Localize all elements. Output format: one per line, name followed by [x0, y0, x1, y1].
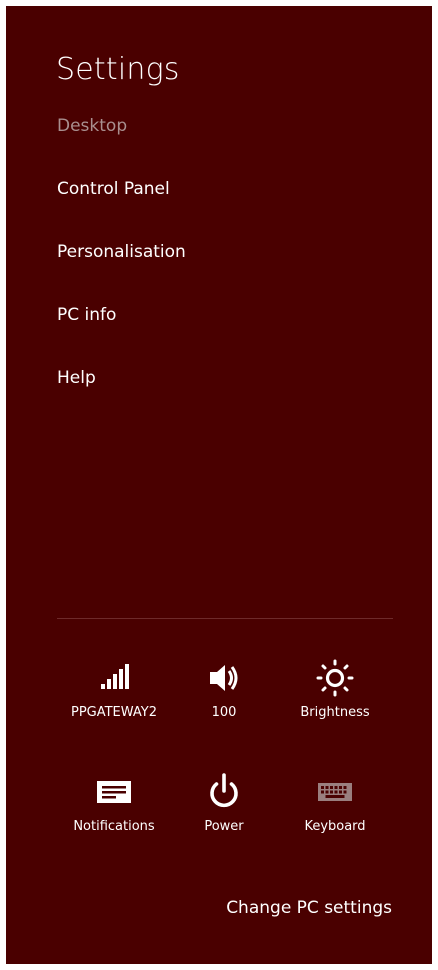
- power-label: Power: [204, 819, 244, 834]
- notifications-tile[interactable]: Notifications: [58, 772, 170, 856]
- menu-item-help[interactable]: Help: [57, 366, 96, 390]
- keyboard-icon: [279, 772, 391, 812]
- panel-subtitle: Desktop: [57, 116, 128, 136]
- settings-charm-panel: Settings Desktop Control Panel Personali…: [6, 6, 432, 964]
- menu-item-personalisation[interactable]: Personalisation: [57, 240, 186, 264]
- change-pc-settings-link[interactable]: Change PC settings: [226, 896, 392, 920]
- volume-label: 100: [211, 705, 237, 720]
- power-tile[interactable]: Power: [168, 772, 280, 856]
- panel-title: Settings: [56, 52, 180, 87]
- speaker-icon: [168, 658, 280, 698]
- keyboard-tile[interactable]: Keyboard: [279, 772, 391, 856]
- notifications-icon: [58, 772, 170, 812]
- power-icon: [168, 772, 280, 812]
- brightness-tile[interactable]: Brightness: [279, 658, 391, 742]
- volume-tile[interactable]: 100: [168, 658, 280, 742]
- network-label: PPGATEWAY2: [70, 705, 158, 720]
- network-tile[interactable]: PPGATEWAY2: [58, 658, 170, 742]
- menu-item-control-panel[interactable]: Control Panel: [57, 177, 170, 201]
- menu-item-pc-info[interactable]: PC info: [57, 303, 116, 327]
- section-divider: [57, 618, 393, 619]
- keyboard-label: Keyboard: [304, 819, 366, 834]
- brightness-label: Brightness: [300, 705, 370, 720]
- notifications-label: Notifications: [73, 819, 155, 834]
- wifi-signal-icon: [58, 658, 170, 698]
- sun-icon: [279, 658, 391, 698]
